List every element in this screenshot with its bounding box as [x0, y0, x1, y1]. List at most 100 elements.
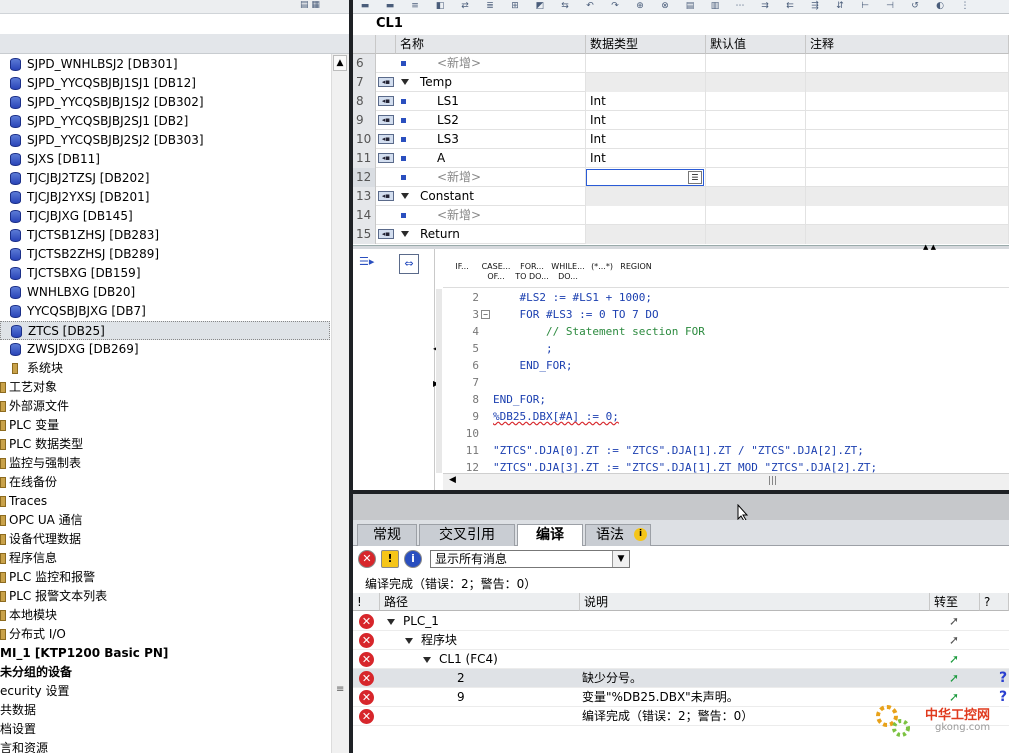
tree-view-icon[interactable]: ▤ ▦: [300, 0, 320, 10]
interface-comment-cell[interactable]: [806, 225, 1009, 244]
goto-arrow-icon[interactable]: ➚: [949, 615, 961, 627]
toolbar-button-icon[interactable]: ▤: [684, 1, 696, 11]
datatype-edit-box[interactable]: ☰: [586, 169, 704, 186]
tree-item-project-node[interactable]: 档设置: [0, 720, 330, 739]
interface-type-cell[interactable]: Int: [586, 92, 706, 111]
tab-syntax[interactable]: 语法 i: [585, 524, 651, 546]
toolbar-button-icon[interactable]: ◐: [934, 1, 946, 11]
tree-item-db[interactable]: ZWSJDXG [DB269]: [0, 340, 330, 359]
interface-comment-cell[interactable]: [806, 130, 1009, 149]
splitter-arrows-icon[interactable]: ▲ ▲: [923, 243, 936, 251]
dropdown-list-icon[interactable]: ☰: [688, 171, 702, 184]
tree-item-db[interactable]: SJXS [DB11]: [0, 150, 330, 169]
tree-item-project-node[interactable]: 言和资源: [0, 739, 330, 753]
expand-arrow-icon[interactable]: [387, 619, 395, 625]
interface-comment-cell[interactable]: [806, 206, 1009, 225]
interface-name-cell[interactable]: <新增>: [437, 168, 586, 187]
interface-comment-cell[interactable]: [806, 73, 1009, 92]
tree-item-plc-folder[interactable]: PLC 报警文本列表: [0, 587, 330, 606]
interface-row[interactable]: 7 ◂▪ Temp: [353, 73, 1009, 92]
code-text[interactable]: // Statement section FOR: [493, 323, 705, 340]
tree-item-project-node[interactable]: ecurity 设置: [0, 682, 330, 701]
tree-item-plc-folder[interactable]: 工艺对象: [0, 378, 330, 397]
tree-item-db[interactable]: YYCQSBJBJXG [DB7]: [0, 302, 330, 321]
code-line[interactable]: 10: [443, 425, 1009, 442]
toolbar-button-icon[interactable]: ▬: [384, 1, 396, 11]
tree-item-db[interactable]: SJPD_YYCQSBJBJ2SJ2 [DB303]: [0, 131, 330, 150]
interface-row[interactable]: 11 ◂▪ A Int: [353, 149, 1009, 168]
tree-item-project-node[interactable]: 未分组的设备: [0, 663, 330, 682]
toolbar-button-icon[interactable]: ⊗: [659, 1, 671, 11]
keyword-button[interactable]: WHILE... DO...: [551, 258, 585, 286]
tree-item-db[interactable]: WNHLBXG [DB20]: [0, 283, 330, 302]
keyword-button[interactable]: REGION: [619, 258, 653, 286]
interface-default-cell[interactable]: [706, 111, 806, 130]
goto-arrow-icon[interactable]: ➚: [949, 672, 961, 684]
interface-type-cell[interactable]: Int: [586, 149, 706, 168]
info-filter-icon[interactable]: i: [404, 550, 422, 568]
code-line[interactable]: 11 "ZTCS".DJA[0].ZT := "ZTCS".DJA[1].ZT /…: [443, 442, 1009, 459]
tree-item-db[interactable]: SJPD_WNHLBSJ2 [DB301]: [0, 55, 330, 74]
tree-item-project-node[interactable]: 共数据: [0, 701, 330, 720]
code-text[interactable]: "ZTCS".DJA[3].ZT := "ZTCS".DJA[1].ZT MOD…: [493, 459, 877, 473]
interface-name-cell[interactable]: Constant: [420, 187, 586, 206]
interface-type-cell[interactable]: [586, 54, 706, 73]
header-name[interactable]: 名称: [396, 35, 586, 54]
interface-code-splitter[interactable]: ▲ ▲: [353, 243, 1009, 251]
tree-item-system-blocks[interactable]: 系统块: [0, 359, 330, 378]
header-description[interactable]: 说明: [580, 593, 930, 611]
toolbar-button-icon[interactable]: ⇉: [759, 1, 771, 11]
tree-item-plc-folder[interactable]: 本地模块: [0, 606, 330, 625]
tree-item-db[interactable]: TJCTSB1ZHSJ [DB283]: [0, 226, 330, 245]
code-line[interactable]: 4 // Statement section FOR: [443, 323, 1009, 340]
tree-scrollbar[interactable]: ≡: [331, 54, 349, 753]
code-line[interactable]: 6 END_FOR;: [443, 357, 1009, 374]
toolbar-button-icon[interactable]: ⊕: [634, 1, 646, 11]
tree-item-plc-folder[interactable]: 监控与强制表: [0, 454, 330, 473]
toolbar-button-icon[interactable]: ⋯: [734, 1, 746, 11]
message-path[interactable]: 程序块: [421, 631, 457, 650]
toolbar-button-icon[interactable]: ▥: [709, 1, 721, 11]
interface-name-cell[interactable]: Return: [420, 225, 586, 244]
toolbar-button-icon[interactable]: ⇄: [459, 1, 471, 11]
tree-item-plc-folder[interactable]: Traces: [0, 492, 330, 511]
toolbar-button-icon[interactable]: ◩: [534, 1, 546, 11]
warning-filter-icon[interactable]: !: [381, 550, 399, 568]
expand-arrow-icon[interactable]: [423, 657, 431, 663]
interface-row[interactable]: 6 <新增>: [353, 54, 1009, 73]
interface-default-cell[interactable]: [706, 149, 806, 168]
interface-default-cell[interactable]: [706, 73, 806, 92]
tree-item-plc-folder[interactable]: 在线备份: [0, 473, 330, 492]
header-default[interactable]: 默认值: [706, 35, 806, 54]
interface-default-cell[interactable]: [706, 92, 806, 111]
goto-arrow-icon[interactable]: ➚: [949, 634, 961, 646]
tab-compile[interactable]: 编译: [517, 524, 583, 546]
interface-name-cell[interactable]: LS1: [437, 92, 586, 111]
code-line[interactable]: 8 END_FOR;: [443, 391, 1009, 408]
toolbar-button-icon[interactable]: ↷: [609, 1, 621, 11]
tree-item-plc-folder[interactable]: OPC UA 通信: [0, 511, 330, 530]
code-text[interactable]: #LS2 := #LS1 + 1000;: [493, 289, 651, 306]
code-text[interactable]: END_FOR;: [493, 391, 546, 408]
code-line[interactable]: 12 "ZTCS".DJA[3].ZT := "ZTCS".DJA[1].ZT M…: [443, 459, 1009, 473]
code-line[interactable]: 2 #LS2 := #LS1 + 1000;: [443, 289, 1009, 306]
toolbar-button-icon[interactable]: ⊣: [884, 1, 896, 11]
header-datatype[interactable]: 数据类型: [586, 35, 706, 54]
tree-item-db[interactable]: TJCTSB2ZHSJ [DB289]: [0, 245, 330, 264]
interface-comment-cell[interactable]: [806, 187, 1009, 206]
toolbar-button-icon[interactable]: ⇇: [784, 1, 796, 11]
toolbar-button-icon[interactable]: ⇆: [559, 1, 571, 11]
tree-item-project-node[interactable]: MI_1 [KTP1200 Basic PN]: [0, 644, 330, 663]
interface-row[interactable]: 14 <新增>: [353, 206, 1009, 225]
toolbar-button-icon[interactable]: ⊞: [509, 1, 521, 11]
code-text[interactable]: ;: [493, 340, 553, 357]
tree-item-plc-folder[interactable]: PLC 监控和报警: [0, 568, 330, 587]
message-row[interactable]: ✕ 程序块 ➚: [353, 631, 1009, 650]
keyword-button[interactable]: CASE... OF...: [479, 258, 513, 286]
tree-item-plc-folder[interactable]: PLC 数据类型: [0, 435, 330, 454]
message-path[interactable]: 9: [457, 688, 465, 707]
scroll-up-button[interactable]: ▲: [333, 55, 347, 71]
help-icon[interactable]: ?: [999, 669, 1007, 688]
toolbar-button-icon[interactable]: ◧: [434, 1, 446, 11]
toolbar-button-icon[interactable]: ⋮: [959, 1, 971, 11]
